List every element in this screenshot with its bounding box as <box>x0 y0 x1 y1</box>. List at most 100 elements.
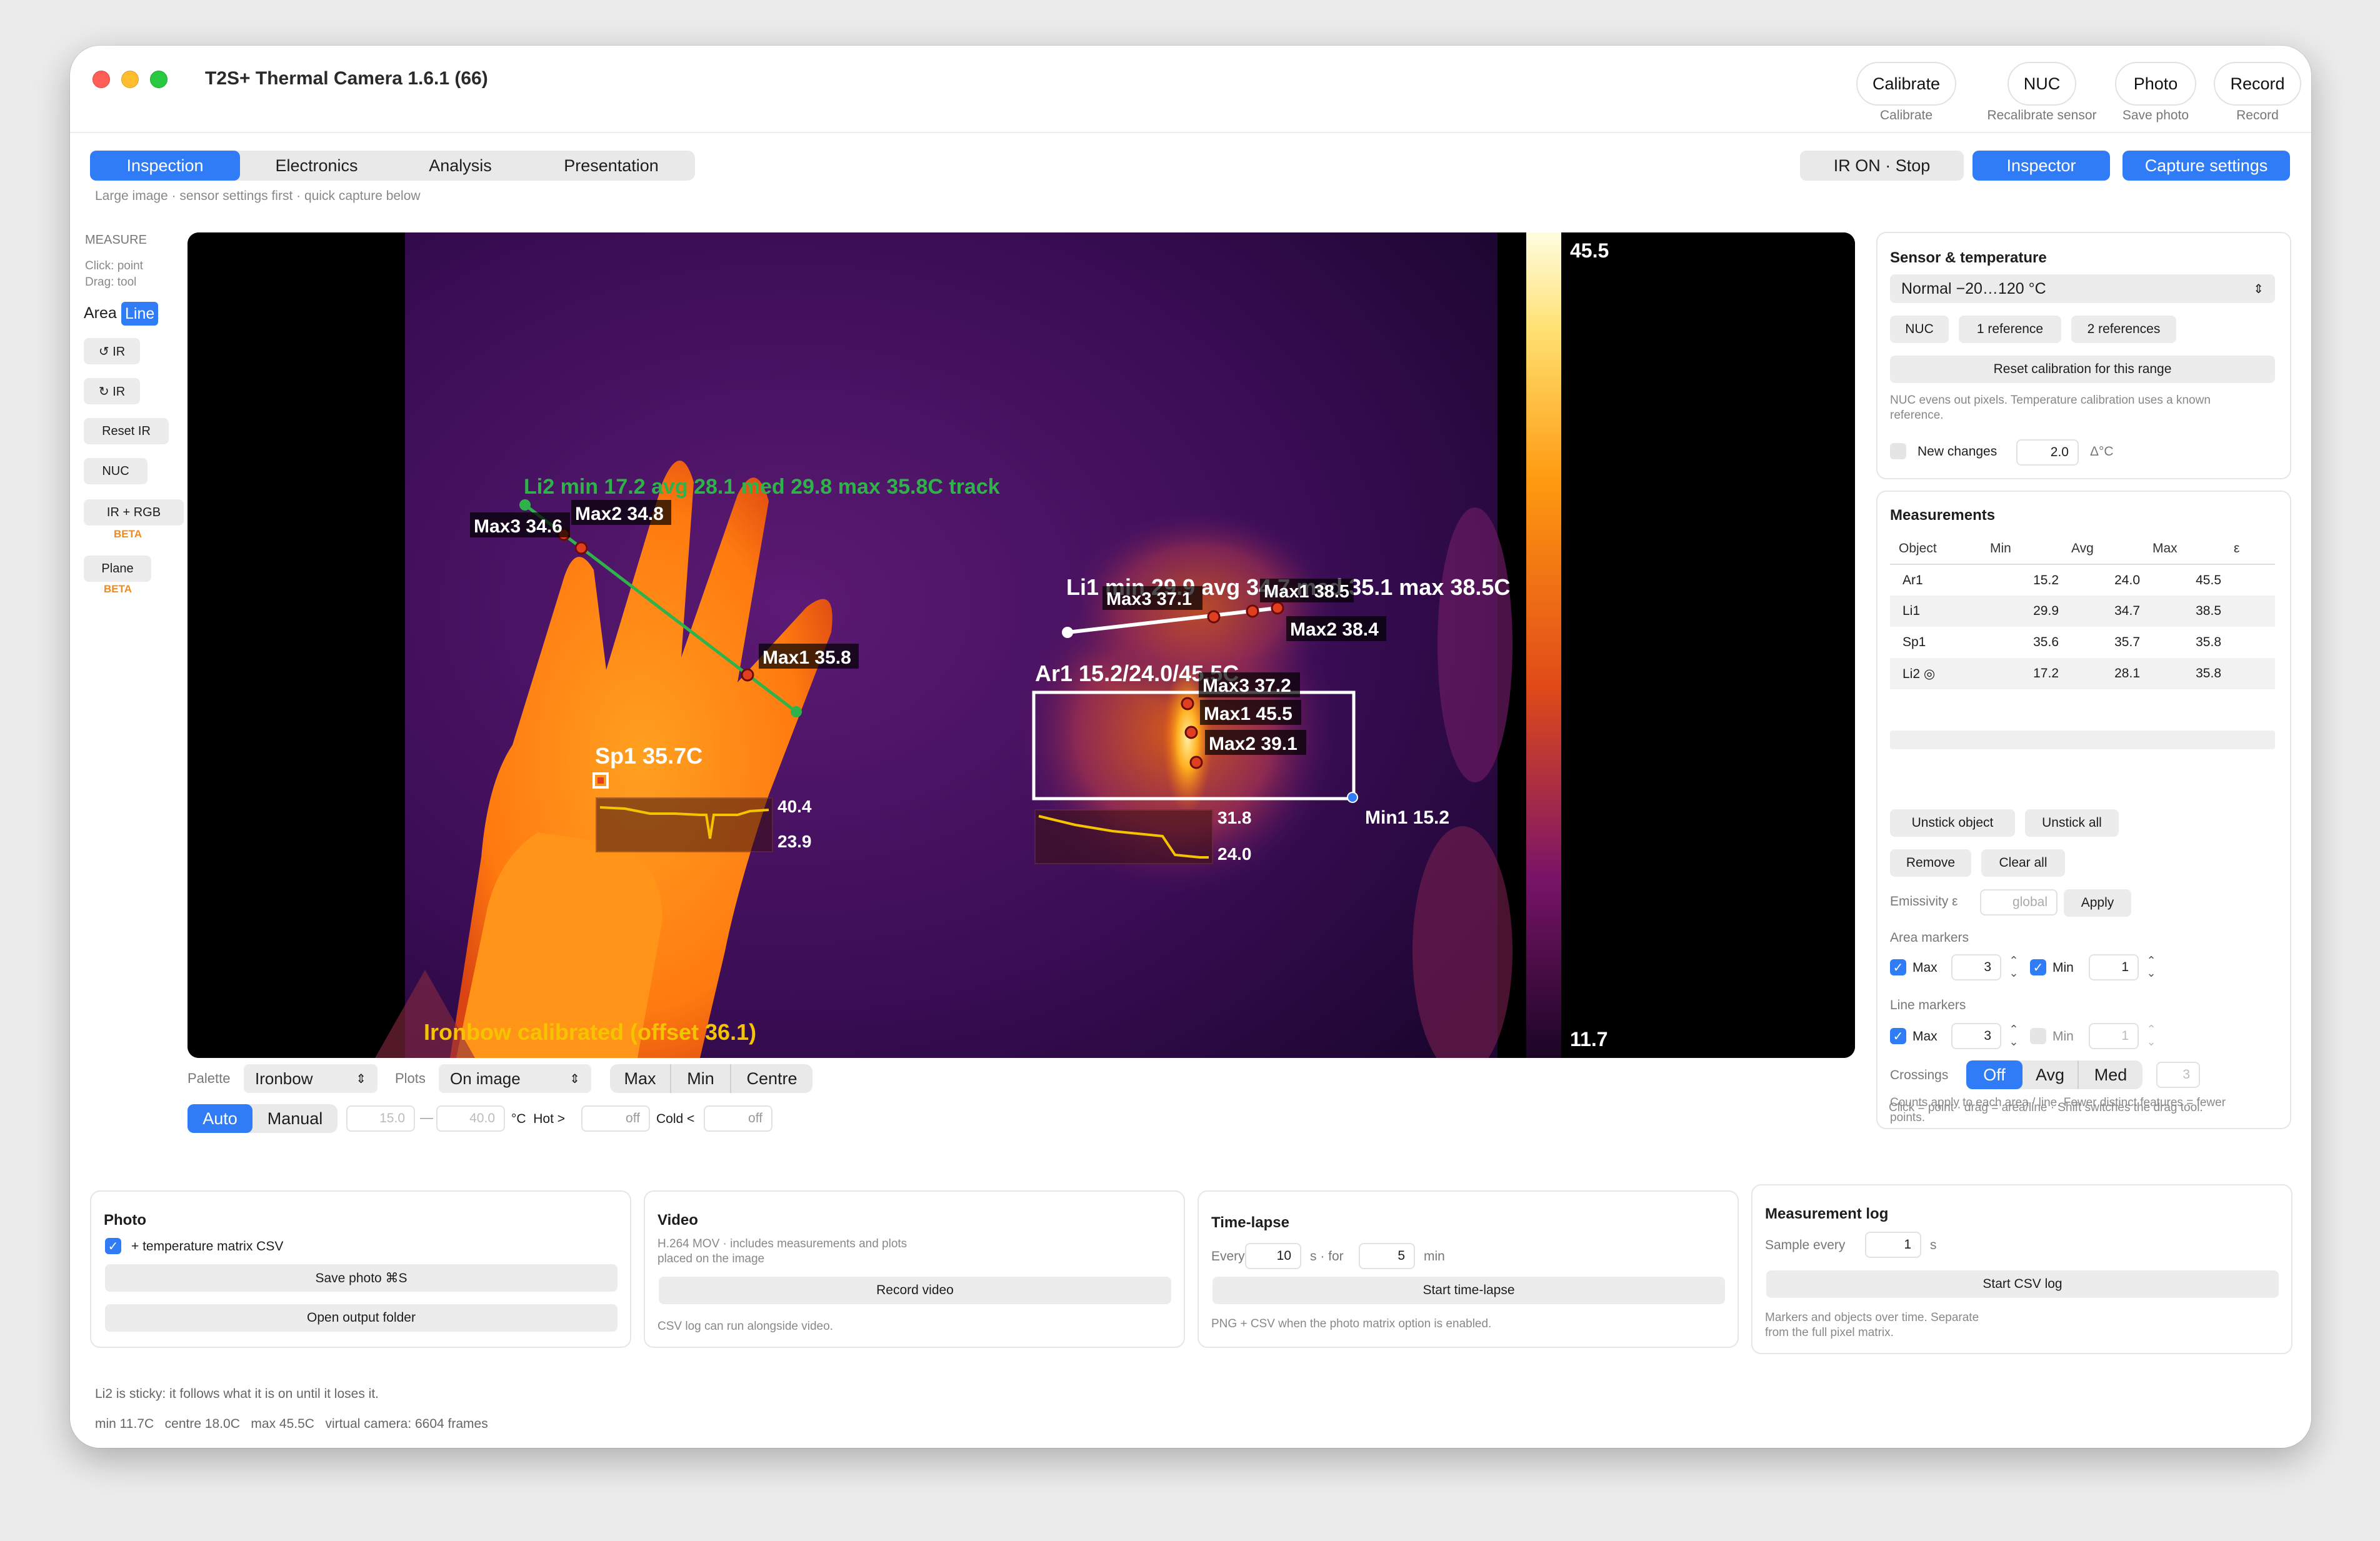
tab-inspection[interactable]: Inspection <box>90 151 240 181</box>
plots-select[interactable]: On image ⇕ <box>439 1064 591 1093</box>
area-max-checkbox[interactable]: ✓ <box>1890 959 1906 975</box>
start-timelapse-button[interactable]: Start time-lapse <box>1212 1277 1725 1304</box>
photo-header-button[interactable]: Photo <box>2115 62 2196 106</box>
tab-presentation[interactable]: Presentation <box>528 151 695 181</box>
range-low-input[interactable]: 15.0 <box>346 1105 415 1132</box>
capture-settings-button[interactable]: Capture settings <box>2122 151 2290 181</box>
ir-status-button[interactable]: IR ON · Stop <box>1800 151 1964 181</box>
remove-button[interactable]: Remove <box>1890 849 1971 877</box>
li2-endpoint-start[interactable] <box>519 499 531 511</box>
cell-object: Li1 <box>1890 596 1984 627</box>
record-video-button[interactable]: Record video <box>659 1277 1171 1304</box>
nuc-tool-button[interactable]: NUC <box>84 458 148 484</box>
line-max-checkbox[interactable]: ✓ <box>1890 1028 1906 1044</box>
cell-avg: 24.0 <box>2114 572 2140 587</box>
crossings-off[interactable]: Off <box>1966 1060 2022 1089</box>
range-auto-button[interactable]: Auto <box>188 1104 252 1133</box>
unstick-object-button[interactable]: Unstick object <box>1890 809 2015 837</box>
temperature-matrix-checkbox[interactable]: ✓ <box>105 1238 121 1254</box>
tool-line-button[interactable]: Line <box>121 302 159 326</box>
start-csv-log-button[interactable]: Start CSV log <box>1766 1270 2279 1298</box>
line-max-count[interactable]: 3 <box>1951 1023 2001 1049</box>
crossings-count[interactable]: 3 <box>2156 1062 2200 1088</box>
new-changes-checkbox[interactable] <box>1890 443 1906 459</box>
sensor-nuc-button[interactable]: NUC <box>1890 316 1949 343</box>
area-min-checkbox[interactable]: ✓ <box>2030 959 2046 975</box>
chevron-updown-icon: ⇕ <box>356 1072 366 1086</box>
range-high-input[interactable]: 40.0 <box>436 1105 505 1132</box>
hot-threshold-input[interactable]: off <box>581 1105 650 1132</box>
rotate-cw-button[interactable]: ↻ IR <box>84 378 140 404</box>
one-reference-button[interactable]: 1 reference <box>1959 316 2061 343</box>
plot-mode-centre[interactable]: Centre <box>731 1064 812 1093</box>
cell-emissivity <box>2228 596 2275 627</box>
reset-ir-button[interactable]: Reset IR <box>84 418 169 444</box>
area-min-count[interactable]: 1 <box>2089 954 2139 980</box>
col-max: Max <box>2152 541 2178 556</box>
crossings-med[interactable]: Med <box>2079 1060 2142 1089</box>
open-output-folder-button[interactable]: Open output folder <box>105 1304 618 1332</box>
ar1-max2-marker <box>1189 756 1203 769</box>
line-max-stepper[interactable]: ⌃ ⌄ <box>2005 1023 2022 1049</box>
inspector-button[interactable]: Inspector <box>1972 151 2110 181</box>
li1-endpoint-start[interactable] <box>1062 627 1073 638</box>
table-row[interactable]: Li1 29.9 34.7 38.5 <box>1890 596 2275 627</box>
minimize-window-button[interactable] <box>121 71 139 88</box>
log-sample-input[interactable]: 1 <box>1865 1232 1921 1258</box>
line-min-count[interactable]: 1 <box>2089 1023 2139 1049</box>
sensor-panel: Sensor & temperature Normal −20…120 °C ⇕… <box>1876 232 2291 479</box>
range-manual-button[interactable]: Manual <box>252 1104 338 1133</box>
plot-mode-max[interactable]: Max <box>610 1064 671 1093</box>
timelapse-duration-input[interactable]: 5 <box>1359 1243 1415 1269</box>
video-panel: Video H.264 MOV · includes measurements … <box>644 1190 1185 1348</box>
rotate-ccw-button[interactable]: ↺ IR <box>84 338 140 364</box>
zoom-window-button[interactable] <box>150 71 168 88</box>
sensor-range-value: Normal −20…120 °C <box>1901 279 2046 297</box>
line-min-stepper[interactable]: ⌃ ⌄ <box>2142 1023 2160 1049</box>
palette-select[interactable]: Ironbow ⇕ <box>244 1064 378 1093</box>
area-max-stepper[interactable]: ⌃ ⌄ <box>2005 954 2022 980</box>
reset-calibration-button[interactable]: Reset calibration for this range <box>1890 356 2275 383</box>
measurements-table: Object Min Avg Max ε Ar1 15.2 24.0 45.5 … <box>1890 533 2275 689</box>
area-max-count[interactable]: 3 <box>1951 954 2001 980</box>
emissivity-label: Emissivity ε <box>1890 894 1958 909</box>
line-min-checkbox[interactable] <box>2030 1028 2046 1044</box>
thermal-image-canvas[interactable]: 45.5 11.7 Li2 min 17.2 avg 28.1 med 29.8… <box>188 232 1855 1058</box>
save-photo-button[interactable]: Save photo ⌘S <box>105 1264 618 1292</box>
calibrate-button[interactable]: Calibrate <box>1856 62 1956 106</box>
li2-endpoint-end[interactable] <box>791 706 802 717</box>
table-scrollbar[interactable] <box>1890 731 2275 749</box>
crossings-avg[interactable]: Avg <box>2022 1060 2079 1089</box>
table-row[interactable]: Sp1 35.6 35.7 35.8 <box>1890 627 2275 658</box>
record-header-button[interactable]: Record <box>2214 62 2301 106</box>
unstick-all-button[interactable]: Unstick all <box>2025 809 2119 837</box>
ar1-min1-marker <box>1347 792 1358 803</box>
thermal-camera-view[interactable]: 45.5 11.7 Li2 min 17.2 avg 28.1 med 29.8… <box>188 232 1855 1058</box>
timelapse-interval-input[interactable]: 10 <box>1245 1243 1301 1269</box>
table-row[interactable]: Ar1 15.2 24.0 45.5 <box>1890 564 2275 596</box>
plots-label: Plots <box>395 1070 426 1086</box>
tool-area-button[interactable]: Area <box>84 304 117 322</box>
sensor-range-select[interactable]: Normal −20…120 °C ⇕ <box>1890 274 2275 303</box>
cold-threshold-input[interactable]: off <box>704 1105 772 1132</box>
ar1-min1-label: Min1 15.2 <box>1365 807 1449 828</box>
emissivity-input[interactable]: global <box>1980 889 2058 915</box>
cell-object: Sp1 <box>1902 635 1926 649</box>
close-window-button[interactable] <box>92 71 110 88</box>
clear-all-button[interactable]: Clear all <box>1981 849 2065 877</box>
main-tabs: Inspection Electronics Analysis Presenta… <box>90 151 695 181</box>
plane-button[interactable]: Plane <box>84 556 151 582</box>
tab-electronics[interactable]: Electronics <box>240 151 393 181</box>
table-row[interactable]: Li2 ◎ 17.2 28.1 35.8 <box>1890 658 2275 689</box>
timelapse-every-label: Every <box>1211 1249 1245 1264</box>
video-title: Video <box>658 1212 698 1229</box>
area-min-stepper[interactable]: ⌃ ⌄ <box>2142 954 2160 980</box>
two-references-button[interactable]: 2 references <box>2071 316 2176 343</box>
tab-analysis[interactable]: Analysis <box>393 151 528 181</box>
new-changes-threshold-input[interactable]: 2.0 <box>2016 439 2079 466</box>
ir-rgb-button[interactable]: IR + RGB <box>84 499 184 526</box>
apply-emissivity-button[interactable]: Apply <box>2064 889 2131 917</box>
plot-mode-min[interactable]: Min <box>671 1064 731 1093</box>
cold-label: Cold < <box>656 1112 695 1126</box>
nuc-header-button[interactable]: NUC <box>2008 62 2076 106</box>
